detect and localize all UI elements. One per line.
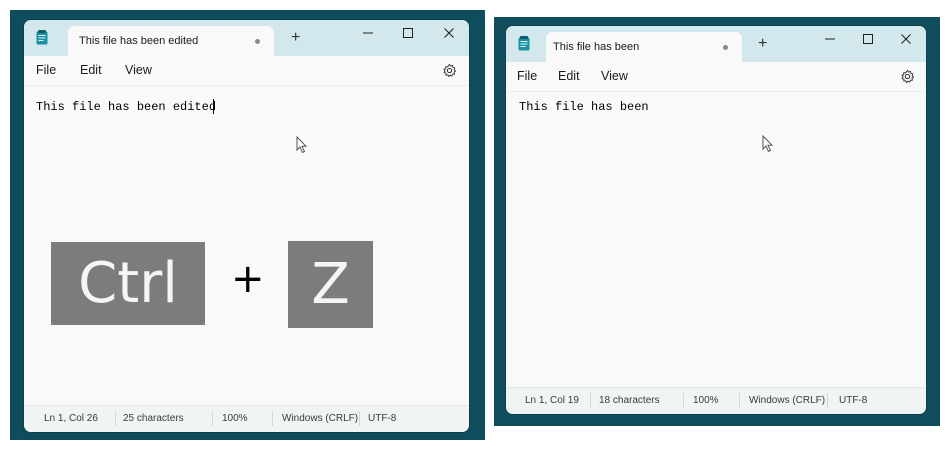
minimize-icon[interactable] bbox=[361, 26, 375, 40]
close-icon[interactable] bbox=[899, 32, 913, 46]
status-line-ending[interactable]: Windows (CRLF) bbox=[282, 413, 358, 424]
tab-title: This file has been edited bbox=[79, 35, 199, 47]
z-key: Z bbox=[288, 241, 373, 328]
menu-bar: File Edit View bbox=[506, 62, 926, 91]
status-bar: Ln 1, Col 26 25 characters 100% Windows … bbox=[24, 405, 469, 432]
status-zoom[interactable]: 100% bbox=[222, 413, 248, 424]
menu-file[interactable]: File bbox=[517, 69, 537, 83]
status-separator bbox=[359, 411, 360, 426]
editor-text[interactable]: This file has been bbox=[519, 100, 649, 114]
notepad-app-icon bbox=[36, 30, 48, 45]
status-cursor-position[interactable]: Ln 1, Col 26 bbox=[44, 413, 98, 424]
editor-text[interactable]: This file has been edited bbox=[36, 100, 216, 114]
status-separator bbox=[739, 393, 740, 408]
status-encoding[interactable]: UTF-8 bbox=[368, 413, 396, 424]
menu-file[interactable]: File bbox=[36, 63, 56, 77]
minimize-icon[interactable] bbox=[823, 32, 837, 46]
notepad-window-right: This file has been + File Edit View This… bbox=[506, 26, 926, 414]
notepad-app-icon bbox=[518, 36, 530, 51]
status-separator bbox=[590, 393, 591, 408]
status-separator bbox=[827, 393, 828, 408]
text-editor-area[interactable]: This file has been bbox=[506, 91, 926, 388]
ctrl-key-label: Ctrl bbox=[78, 251, 178, 316]
text-editor-area[interactable]: This file has been edited Ctrl + Z bbox=[24, 85, 469, 406]
status-encoding[interactable]: UTF-8 bbox=[839, 395, 867, 406]
status-cursor-position[interactable]: Ln 1, Col 19 bbox=[525, 395, 579, 406]
close-icon[interactable] bbox=[442, 26, 456, 40]
unsaved-indicator-icon[interactable] bbox=[255, 39, 260, 44]
mouse-pointer-icon bbox=[296, 136, 308, 154]
title-bar[interactable]: This file has been + bbox=[506, 26, 926, 62]
tab-title: This file has been bbox=[553, 41, 640, 53]
unsaved-indicator-icon[interactable] bbox=[723, 45, 728, 50]
status-line-ending[interactable]: Windows (CRLF) bbox=[749, 395, 825, 406]
new-tab-button[interactable]: + bbox=[758, 36, 767, 52]
status-bar: Ln 1, Col 19 18 characters 100% Windows … bbox=[506, 387, 926, 414]
status-separator bbox=[115, 411, 116, 426]
status-separator bbox=[272, 411, 273, 426]
status-separator bbox=[683, 393, 684, 408]
settings-gear-icon[interactable] bbox=[900, 69, 915, 84]
status-character-count[interactable]: 25 characters bbox=[123, 413, 184, 424]
menu-view[interactable]: View bbox=[125, 63, 152, 77]
plus-operator: + bbox=[231, 256, 265, 302]
status-zoom[interactable]: 100% bbox=[693, 395, 719, 406]
new-tab-button[interactable]: + bbox=[291, 30, 300, 46]
document-tab[interactable]: This file has been edited bbox=[68, 26, 274, 56]
ctrl-key: Ctrl bbox=[51, 242, 205, 325]
text-caret bbox=[213, 99, 214, 114]
menu-edit[interactable]: Edit bbox=[80, 63, 102, 77]
settings-gear-icon[interactable] bbox=[442, 63, 457, 78]
status-separator bbox=[212, 411, 213, 426]
menu-bar: File Edit View bbox=[24, 56, 469, 85]
maximize-icon[interactable] bbox=[401, 26, 415, 40]
maximize-icon[interactable] bbox=[861, 32, 875, 46]
mouse-pointer-icon bbox=[762, 135, 774, 153]
status-character-count[interactable]: 18 characters bbox=[599, 395, 660, 406]
menu-view[interactable]: View bbox=[601, 69, 628, 83]
z-key-label: Z bbox=[311, 252, 350, 317]
menu-edit[interactable]: Edit bbox=[558, 69, 580, 83]
title-bar[interactable]: This file has been edited + bbox=[24, 20, 469, 56]
notepad-window-left: This file has been edited + File Edit Vi… bbox=[24, 20, 469, 432]
document-tab[interactable]: This file has been bbox=[546, 32, 742, 62]
